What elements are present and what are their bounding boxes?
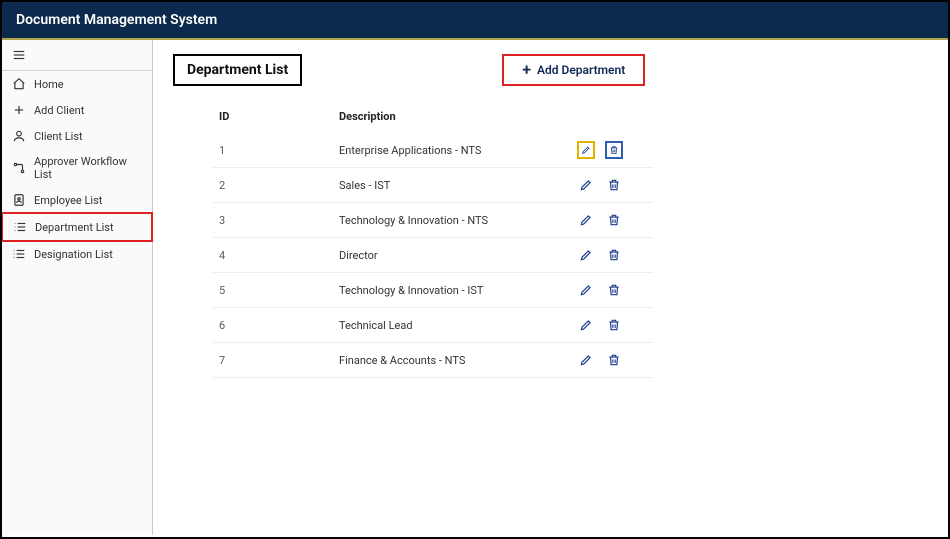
table-row: 4Director [213,238,653,273]
sidebar-item-home[interactable]: Home [2,71,152,97]
edit-icon[interactable] [577,176,595,194]
table-body: 1Enterprise Applications - NTS2Sales - I… [213,133,653,378]
sidebar-item-label: Designation List [34,248,113,261]
row-actions [577,351,647,369]
user-icon [12,129,26,143]
menu-icon [12,48,26,62]
table-header: ID Description [213,104,653,133]
sidebar-item-add-client[interactable]: Add Client [2,97,152,123]
row-actions [577,211,647,229]
delete-icon[interactable] [605,246,623,264]
app-title: Document Management System [16,12,217,28]
plus-icon [12,103,26,117]
row-id: 1 [219,144,339,157]
sidebar-item-department-list[interactable]: Department List [1,212,153,242]
row-id: 3 [219,214,339,227]
edit-icon[interactable] [577,246,595,264]
app-header: Document Management System [2,2,948,40]
plus-icon: + [522,62,531,78]
row-description: Director [339,249,577,262]
row-id: 6 [219,319,339,332]
sidebar: Home Add Client Client List Approver Wor… [2,40,153,535]
edit-icon[interactable] [577,316,595,334]
row-description: Sales - IST [339,179,577,192]
delete-icon[interactable] [605,351,623,369]
row-actions [577,141,647,159]
column-actions [577,110,647,123]
badge-icon [12,193,26,207]
edit-icon[interactable] [577,141,595,159]
sidebar-item-label: Client List [34,130,83,143]
table-row: 7Finance & Accounts - NTS [213,343,653,378]
sidebar-item-label: Add Client [34,104,84,117]
table-row: 5Technology & Innovation - IST [213,273,653,308]
row-id: 7 [219,354,339,367]
table-row: 1Enterprise Applications - NTS [213,133,653,168]
column-description: Description [339,110,577,123]
table-row: 2Sales - IST [213,168,653,203]
department-table: ID Description 1Enterprise Applications … [213,104,653,378]
row-actions [577,316,647,334]
row-description: Technology & Innovation - NTS [339,214,577,227]
add-button-label: Add Department [537,63,625,77]
row-actions [577,176,647,194]
row-description: Technology & Innovation - IST [339,284,577,297]
delete-icon[interactable] [605,176,623,194]
sidebar-item-approver-workflow[interactable]: Approver Workflow List [2,149,152,187]
page-title: Department List [173,54,302,86]
home-icon [12,77,26,91]
row-id: 4 [219,249,339,262]
list-icon [12,247,26,261]
delete-icon[interactable] [605,316,623,334]
row-id: 2 [219,179,339,192]
delete-icon[interactable] [605,281,623,299]
edit-icon[interactable] [577,351,595,369]
sidebar-toggle[interactable] [2,40,152,71]
workflow-icon [12,161,26,175]
sidebar-item-label: Department List [35,221,114,234]
edit-icon[interactable] [577,281,595,299]
list-icon [13,220,27,234]
app-body: Home Add Client Client List Approver Wor… [2,40,948,535]
edit-icon[interactable] [577,211,595,229]
app-frame: Document Management System Home Add Clie… [0,0,950,539]
row-id: 5 [219,284,339,297]
row-description: Enterprise Applications - NTS [339,144,577,157]
table-row: 3Technology & Innovation - NTS [213,203,653,238]
sidebar-item-designation-list[interactable]: Designation List [2,241,152,267]
add-department-button[interactable]: + Add Department [502,54,645,86]
table-row: 6Technical Lead [213,308,653,343]
sidebar-item-employee-list[interactable]: Employee List [2,187,152,213]
delete-icon[interactable] [605,141,623,159]
sidebar-item-client-list[interactable]: Client List [2,123,152,149]
delete-icon[interactable] [605,211,623,229]
column-id: ID [219,110,339,123]
row-description: Technical Lead [339,319,577,332]
main-content: Department List + Add Department ID Desc… [153,40,948,535]
sidebar-item-label: Approver Workflow List [34,155,142,181]
row-description: Finance & Accounts - NTS [339,354,577,367]
main-header-row: Department List + Add Department [173,54,928,86]
sidebar-item-label: Home [34,78,64,91]
row-actions [577,281,647,299]
row-actions [577,246,647,264]
sidebar-item-label: Employee List [34,194,102,207]
